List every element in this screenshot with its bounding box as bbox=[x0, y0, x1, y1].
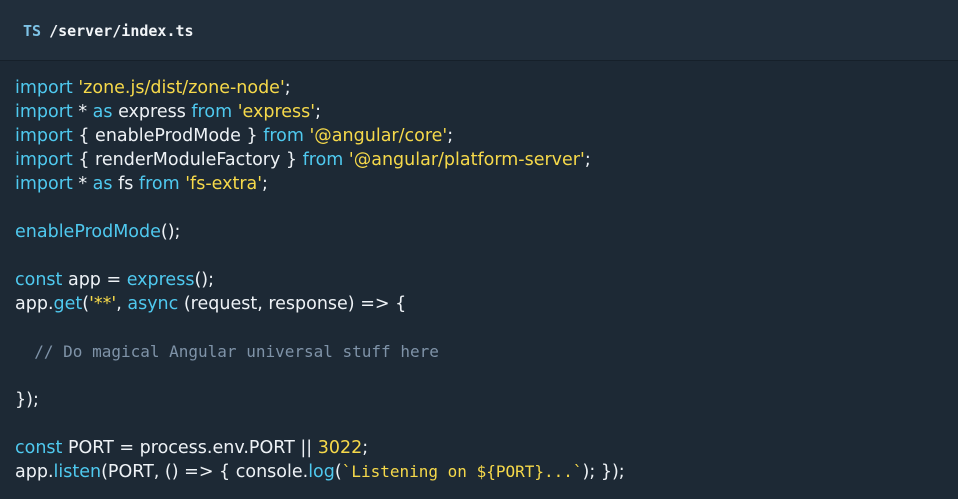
code-identifier: (request, response) => { bbox=[178, 294, 407, 314]
code-identifier: (PORT, () => { console. bbox=[101, 462, 309, 482]
code-string: '@angular/core' bbox=[309, 126, 448, 146]
code-comment: // Do magical Angular universal stuff he… bbox=[15, 342, 439, 361]
code-identifier: enableProdMode bbox=[95, 126, 241, 146]
code-identifier: app. bbox=[15, 294, 54, 314]
code-line: app.listen(PORT, () => { console.log(`Li… bbox=[15, 460, 948, 484]
code-punctuation: (); bbox=[160, 222, 181, 242]
code-line: // Do magical Angular universal stuff he… bbox=[15, 340, 948, 364]
code-line: const PORT = process.env.PORT || 3022; bbox=[15, 436, 948, 460]
code-punctuation: } bbox=[240, 126, 264, 146]
code-function: log bbox=[308, 462, 335, 482]
code-identifier: PORT = process.env.PORT || bbox=[62, 438, 318, 458]
code-punctuation: ; bbox=[447, 126, 454, 146]
code-identifier: express bbox=[112, 102, 192, 122]
code-string: 'express' bbox=[237, 102, 316, 122]
code-function: enableProdMode bbox=[15, 222, 161, 242]
code-punctuation: , bbox=[116, 294, 128, 314]
code-identifier: fs bbox=[112, 174, 139, 194]
code-punctuation: { bbox=[72, 126, 96, 146]
code-punctuation: ); }); bbox=[582, 462, 625, 482]
language-badge: TS bbox=[23, 22, 42, 40]
code-line: import * as express from 'express'; bbox=[15, 100, 948, 124]
code-keyword: import bbox=[15, 102, 73, 122]
code-punctuation: ; bbox=[262, 174, 268, 194]
code-punctuation: ; bbox=[315, 102, 321, 122]
code-keyword: from bbox=[138, 174, 180, 194]
code-identifier: app. bbox=[15, 462, 54, 482]
code-keyword: from bbox=[263, 126, 304, 146]
code-line: app.get('**', async (request, response) … bbox=[15, 292, 948, 316]
code-keyword: as bbox=[92, 102, 113, 122]
code-function: express bbox=[126, 270, 195, 290]
code-string: 'zone.js/dist/zone-node' bbox=[78, 78, 285, 98]
code-keyword: as bbox=[92, 174, 113, 194]
code-string: 'fs-extra' bbox=[185, 174, 263, 194]
code-punctuation: * bbox=[72, 102, 93, 122]
code-editor[interactable]: import 'zone.js/dist/zone-node'; import *… bbox=[15, 76, 948, 484]
code-function: get bbox=[53, 294, 83, 314]
code-keyword: async bbox=[127, 294, 179, 314]
file-header: TS/server/index.ts bbox=[0, 0, 958, 61]
code-line: }); bbox=[15, 388, 948, 412]
code-keyword: import bbox=[15, 126, 73, 146]
code-punctuation: { bbox=[72, 150, 96, 170]
code-keyword: const bbox=[15, 438, 63, 458]
file-path: /server/index.ts bbox=[49, 22, 194, 40]
code-string: '**' bbox=[89, 294, 117, 314]
code-punctuation: ( bbox=[334, 462, 342, 482]
code-keyword: from bbox=[191, 102, 233, 122]
code-keyword: from bbox=[302, 150, 344, 170]
code-snippet-window: TS/server/index.ts import 'zone.js/dist/… bbox=[0, 0, 958, 499]
code-punctuation: (); bbox=[194, 270, 215, 290]
code-punctuation: } bbox=[280, 150, 303, 170]
file-tab[interactable]: TS/server/index.ts bbox=[23, 20, 194, 42]
code-punctuation: * bbox=[72, 174, 93, 194]
code-punctuation: ; bbox=[362, 438, 369, 458]
code-identifier: app = bbox=[62, 270, 127, 290]
code-line: import 'zone.js/dist/zone-node'; bbox=[15, 76, 948, 100]
code-line: import * as fs from 'fs-extra'; bbox=[15, 172, 948, 196]
code-keyword: import bbox=[15, 174, 73, 194]
code-punctuation: ; bbox=[584, 150, 591, 170]
code-line: enableProdMode(); bbox=[15, 220, 948, 244]
code-punctuation: }); bbox=[15, 390, 39, 410]
code-function: listen bbox=[53, 462, 102, 482]
code-line: import { enableProdMode } from '@angular… bbox=[15, 124, 948, 148]
code-keyword: import bbox=[15, 78, 73, 98]
code-line: const app = express(); bbox=[15, 268, 948, 292]
code-number: 3022 bbox=[317, 438, 363, 458]
code-identifier: renderModuleFactory bbox=[95, 150, 281, 170]
code-template-string: `Listening on ${PORT}...` bbox=[341, 462, 583, 481]
code-string: '@angular/platform-server' bbox=[348, 150, 585, 170]
code-keyword: import bbox=[15, 150, 73, 170]
code-line: import { renderModuleFactory } from '@an… bbox=[15, 148, 948, 172]
code-punctuation: ; bbox=[284, 78, 291, 98]
code-keyword: const bbox=[15, 270, 63, 290]
